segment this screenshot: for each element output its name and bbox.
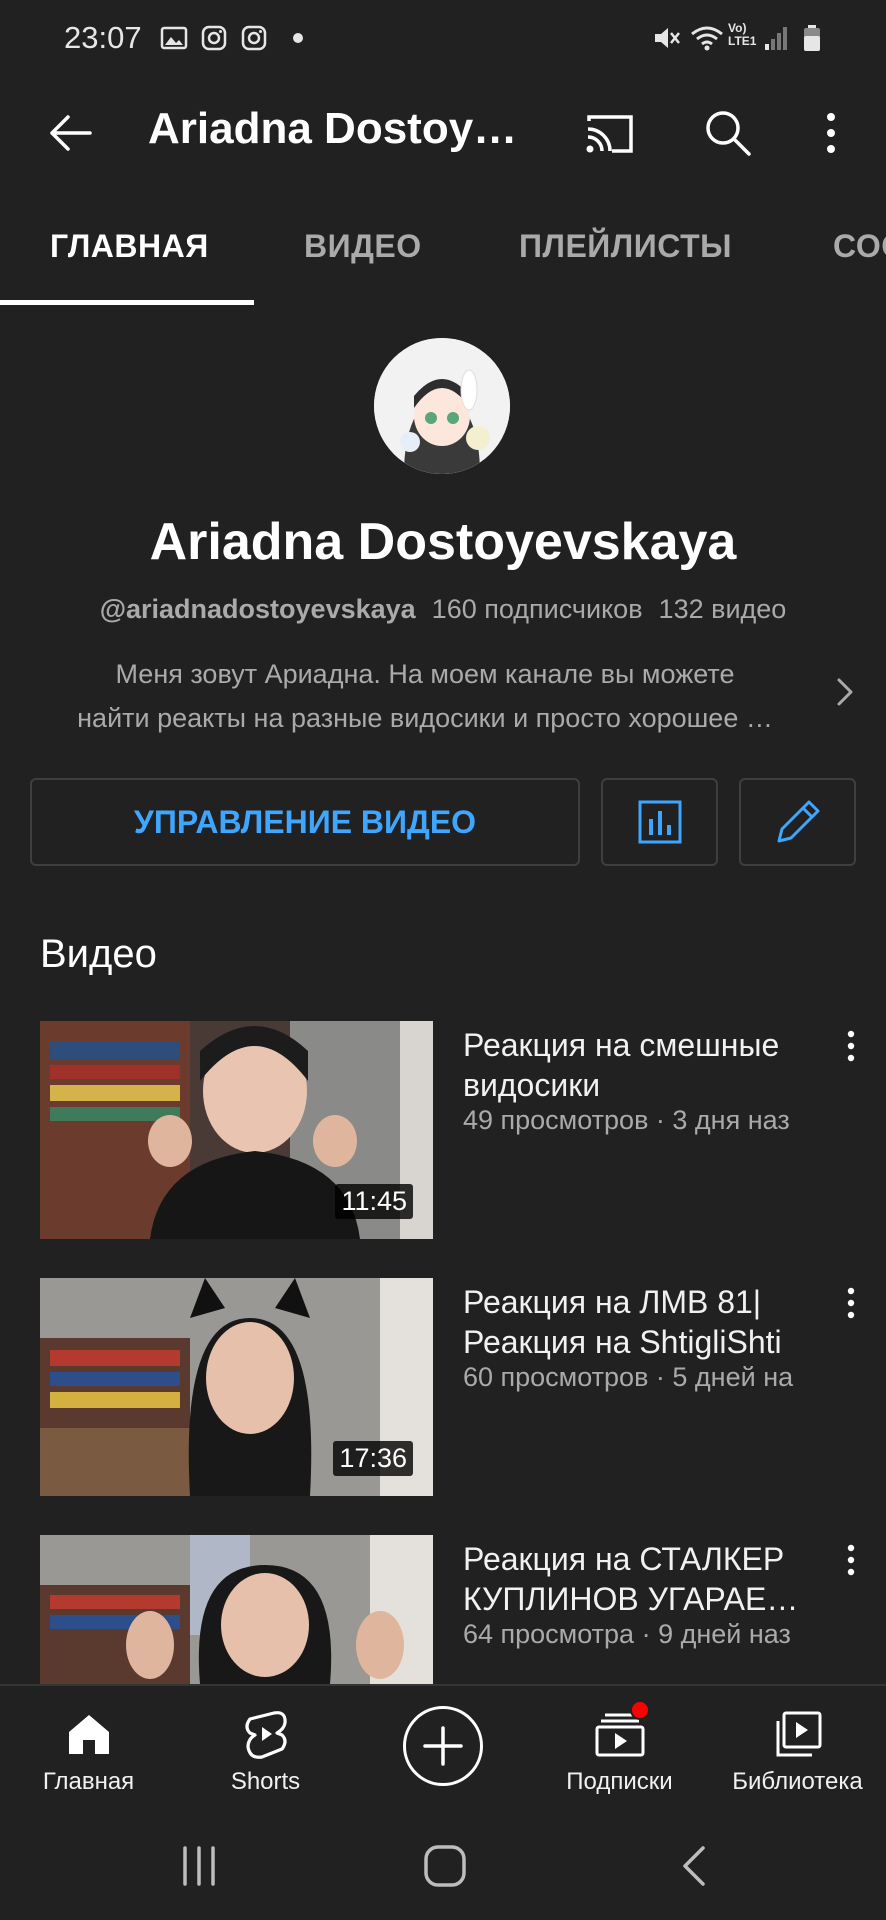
channel-tabs: ГЛАВНАЯ ВИДЕО ПЛЕЙЛИСТЫ СОО (0, 196, 886, 308)
back-button[interactable] (34, 98, 104, 168)
more-vert-icon (847, 1287, 855, 1319)
more-vert-icon (847, 1544, 855, 1576)
app-bar: Ariadna Dostoy… (0, 76, 886, 188)
edit-channel-button[interactable] (739, 778, 856, 866)
nav-shorts-label: Shorts (230, 1768, 301, 1795)
channel-description[interactable]: Меня зовут Ариадна. На моем канале вы мо… (30, 652, 820, 740)
app-bar-title: Ariadna Dostoy… (148, 104, 518, 153)
video-duration: 17:36 (333, 1441, 413, 1476)
nav-home-label: Главная (42, 1768, 135, 1795)
channel-avatar[interactable] (374, 338, 510, 474)
manage-videos-button[interactable]: УПРАВЛЕНИЕ ВИДЕО (30, 778, 580, 866)
video-title[interactable]: Реакция на СТАЛКЕР КУПЛИНОВ УГАРАЕ… (463, 1539, 823, 1619)
video-thumbnail[interactable] (40, 1535, 433, 1684)
instagram-icon (201, 25, 227, 51)
more-vert-icon (847, 1030, 855, 1062)
video-menu-button[interactable] (836, 1535, 866, 1585)
active-tab-indicator (0, 300, 254, 305)
mute-icon (655, 28, 680, 48)
description-line: Меня зовут Ариадна. На моем канале вы мо… (115, 659, 735, 689)
video-title-line: Реакция на смешные (463, 1027, 780, 1063)
video-title-line: Реакция на СТАЛКЕР (463, 1541, 785, 1577)
back-system-button[interactable] (660, 1836, 730, 1896)
home-icon (68, 1715, 109, 1754)
tab-playlists[interactable]: ПЛЕЙЛИСТЫ (519, 228, 732, 265)
video-meta: 64 просмотра · 9 дней наз (463, 1619, 791, 1649)
volte-icon: Vo) LTE1 (728, 22, 762, 50)
description-line: найти реакты на разные видосики и просто… (77, 703, 773, 733)
battery-icon (804, 25, 820, 51)
create-plus-icon (423, 1726, 463, 1766)
back-arrow-icon (50, 115, 92, 151)
search-button[interactable] (693, 98, 763, 168)
channel-meta: @ariadnadostoyevskaya 160 подписчиков 132 … (0, 594, 886, 625)
video-item[interactable]: 11:45 Реакция на смешные видосики 49 про… (0, 1021, 886, 1241)
video-duration: 11:45 (335, 1184, 413, 1219)
nav-shorts[interactable]: Shorts (177, 1686, 354, 1810)
videos-section-title: Видео (40, 932, 157, 976)
video-title[interactable]: Реакция на ЛМВ 81| Реакция на ShtigliSht… (463, 1282, 823, 1362)
recent-apps-icon (183, 1846, 215, 1886)
recent-apps-button[interactable] (164, 1836, 234, 1896)
instagram-icon (241, 25, 267, 51)
library-icon (776, 1711, 821, 1757)
video-thumbnail[interactable]: 11:45 (40, 1021, 433, 1239)
more-options-button[interactable] (796, 98, 866, 168)
shorts-icon (244, 1711, 287, 1759)
home-system-button[interactable] (410, 1836, 480, 1896)
avatar-image (374, 338, 510, 474)
search-icon (706, 111, 751, 156)
nav-home[interactable]: Главная (0, 1686, 177, 1810)
edit-pencil-icon (777, 800, 819, 843)
nav-library-label: Библиотека (732, 1768, 863, 1795)
video-meta: 60 просмотров · 5 дней на (463, 1362, 794, 1392)
cast-button[interactable] (575, 98, 645, 168)
video-title-line: Реакция на ЛМВ 81| (463, 1284, 762, 1320)
analytics-icon (638, 800, 681, 844)
thumbnail-image (40, 1535, 433, 1684)
status-bar: 23:07 Vo) LTE1 (0, 0, 886, 76)
dot-icon (293, 33, 303, 43)
video-count: 132 видео (658, 594, 787, 624)
back-chevron-icon (683, 1846, 705, 1886)
channel-handle: @ariadnadostoyevskaya (99, 594, 416, 624)
video-title-line: КУПЛИНОВ УГАРАЕ… (463, 1581, 799, 1617)
chevron-right-icon[interactable] (830, 672, 860, 712)
signal-icon (765, 27, 787, 50)
lte-label: LTE1 (728, 34, 757, 48)
video-title-line: видосики (463, 1067, 601, 1103)
notification-dot (630, 1700, 650, 1720)
tab-community[interactable]: СОО (833, 228, 886, 265)
video-meta: 49 просмотров · 3 дня наз (463, 1105, 790, 1135)
nav-library[interactable]: Библиотека (709, 1686, 886, 1810)
analytics-button[interactable] (601, 778, 718, 866)
video-item[interactable]: 17:36 Реакция на ЛМВ 81| Реакция на Shti… (0, 1278, 886, 1498)
more-vert-icon (827, 113, 835, 153)
nav-subscriptions-label: Подписки (566, 1768, 673, 1795)
video-menu-button[interactable] (836, 1278, 866, 1328)
tab-home[interactable]: ГЛАВНАЯ (50, 228, 209, 265)
cast-icon (586, 115, 633, 153)
video-title-line: Реакция на ShtigliShti (463, 1324, 782, 1360)
gallery-icon (160, 26, 188, 50)
channel-name: Ariadna Dostoyevskaya (149, 513, 737, 571)
tab-videos[interactable]: ВИДЕО (304, 228, 422, 265)
wifi-icon (691, 26, 723, 51)
bottom-navigation: Главная Shorts Подписки Библиотека (0, 1684, 886, 1808)
video-thumbnail[interactable]: 17:36 (40, 1278, 433, 1496)
status-time: 23:07 (64, 20, 142, 55)
subscriber-count: 160 подписчиков (431, 594, 643, 624)
video-menu-button[interactable] (836, 1021, 866, 1071)
create-button[interactable] (403, 1706, 483, 1786)
video-title[interactable]: Реакция на смешные видосики (463, 1025, 823, 1105)
nav-subscriptions[interactable]: Подписки (531, 1686, 708, 1810)
youtube-channel-page: 23:07 Vo) LTE1 Ariadna Dostoy… ГЛАВНАЯ В… (0, 0, 886, 1920)
home-square-icon (424, 1845, 466, 1887)
system-navigation-bar (0, 1808, 886, 1920)
